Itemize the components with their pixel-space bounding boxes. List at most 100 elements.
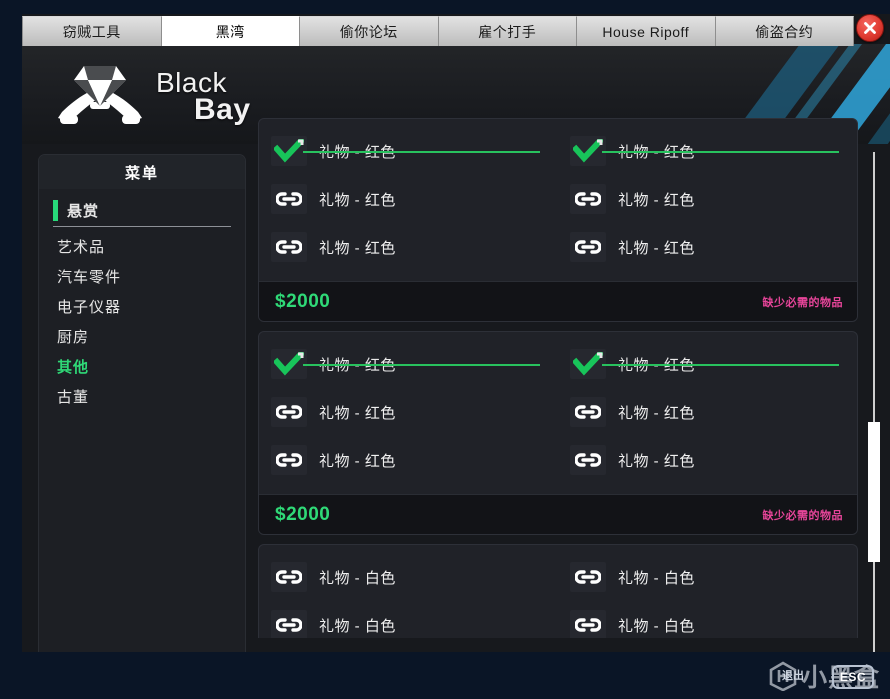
bounty-group-items: 礼物 - 红色 礼物 - 红色 礼物 - 红色 礼物 - 红色 礼物 - 红色 礼物 - … <box>259 332 857 494</box>
tab-4[interactable]: House Ripoff <box>577 16 716 46</box>
item-label: 礼物 - 红色 <box>319 452 396 470</box>
tab-1[interactable]: 黑湾 <box>161 16 300 46</box>
item-cell[interactable]: 礼物 - 红色 <box>558 175 857 223</box>
item-row: 礼物 - 红色 礼物 - 红色 <box>259 340 857 388</box>
item-icon-box <box>570 184 606 214</box>
item-cell[interactable]: 礼物 - 白色 <box>259 601 558 638</box>
item-cell[interactable]: 礼物 - 红色 <box>259 175 558 223</box>
item-strikethrough <box>303 151 540 153</box>
chain-link-icon <box>276 192 302 206</box>
chain-link-icon <box>575 192 601 206</box>
screen: Black Bay 菜单 > 悬赏 > 其他 菜单 悬赏艺术品汽车零件电子仪器厨… <box>0 0 890 699</box>
green-check-icon <box>573 352 603 376</box>
bounty-list[interactable]: 礼物 - 红色 礼物 - 红色 礼物 - 红色 礼物 - 红色 礼物 - 红色 礼物 - … <box>258 118 858 638</box>
item-row: 礼物 - 白色 礼物 - 白色 <box>259 601 857 638</box>
bounty-group: 礼物 - 红色 礼物 - 红色 礼物 - 红色 礼物 - 红色 礼物 - 红色 礼物 - … <box>258 118 858 322</box>
sidebar-item-6[interactable]: 古董 <box>53 381 231 411</box>
chain-link-icon <box>276 453 302 467</box>
item-strikethrough <box>602 151 839 153</box>
tab-label: 黑湾 <box>215 23 245 40</box>
item-cell[interactable]: 礼物 - 红色 <box>259 223 558 271</box>
bounty-group-items: 礼物 - 白色礼物 - 白色礼物 - 白色礼物 - 白色礼物 - 白色礼物 - … <box>259 545 857 638</box>
bottom-bar: 小黑盒 退出 ESC <box>0 652 890 699</box>
sidebar-item-list: 悬赏艺术品汽车零件电子仪器厨房其他古董 <box>39 195 245 411</box>
bounty-price-bar: $2000 缺少必需的物品 <box>259 494 857 534</box>
tab-0[interactable]: 窃贼工具 <box>22 16 162 46</box>
item-icon-box <box>570 562 606 592</box>
tab-5[interactable]: 偷盗合约 <box>715 16 854 46</box>
bounty-group: 礼物 - 红色 礼物 - 红色 礼物 - 红色 礼物 - 红色 礼物 - 红色 礼物 - … <box>258 331 858 535</box>
chain-link-icon <box>575 618 601 632</box>
sidebar-item-label: 其他 <box>57 358 90 376</box>
item-label: 礼物 - 红色 <box>319 239 396 257</box>
green-check-icon <box>274 139 304 163</box>
chain-link-icon <box>575 453 601 467</box>
item-cell[interactable]: 礼物 - 红色 <box>259 340 558 388</box>
item-label: 礼物 - 白色 <box>618 617 695 635</box>
sidebar-item-1[interactable]: 艺术品 <box>53 231 231 261</box>
sidebar-item-3[interactable]: 电子仪器 <box>53 291 231 321</box>
item-icon-box <box>570 232 606 262</box>
item-label: 礼物 - 红色 <box>618 452 695 470</box>
item-cell[interactable]: 礼物 - 红色 <box>558 223 857 271</box>
close-x-icon <box>864 22 876 34</box>
item-cell[interactable]: 礼物 - 红色 <box>259 436 558 484</box>
tab-label: 偷盗合约 <box>755 23 814 40</box>
tab-3[interactable]: 雇个打手 <box>438 16 577 46</box>
item-cell[interactable]: 礼物 - 白色 <box>259 553 558 601</box>
close-window-button[interactable] <box>856 14 884 42</box>
bounty-price: $2000 <box>275 290 331 312</box>
item-cell[interactable]: 礼物 - 红色 <box>558 388 857 436</box>
bounty-warning: 缺少必需的物品 <box>762 509 843 522</box>
item-icon-box <box>271 562 307 592</box>
item-row: 礼物 - 红色 礼物 - 红色 <box>259 127 857 175</box>
item-strikethrough <box>303 364 540 366</box>
item-label: 礼物 - 红色 <box>319 404 396 422</box>
item-label: 礼物 - 红色 <box>618 239 695 257</box>
item-label: 礼物 - 红色 <box>618 191 695 209</box>
green-check-icon <box>274 352 304 376</box>
chain-link-icon <box>575 570 601 584</box>
item-label: 礼物 - 白色 <box>319 569 396 587</box>
sidebar-item-label: 悬赏 <box>67 203 100 220</box>
sidebar-item-2[interactable]: 汽车零件 <box>53 261 231 291</box>
item-cell[interactable]: 礼物 - 白色 <box>558 553 857 601</box>
item-cell[interactable]: 礼物 - 红色 <box>259 388 558 436</box>
sidebar-item-label: 艺术品 <box>57 238 106 256</box>
tab-label: House Ripoff <box>602 23 690 40</box>
diamond-crossed-swords-icon <box>58 65 142 124</box>
brand-logo-line2: Bay <box>194 92 251 126</box>
item-cell[interactable]: 礼物 - 红色 <box>259 127 558 175</box>
sidebar-item-4[interactable]: 厨房 <box>53 321 231 351</box>
brand-logo: Black Bay <box>52 49 292 144</box>
chain-link-icon <box>276 570 302 584</box>
tab-2[interactable]: 偷你论坛 <box>300 16 439 46</box>
item-icon-box <box>271 232 307 262</box>
sidebar-item-0[interactable]: 悬赏 <box>53 195 231 227</box>
chain-link-icon <box>276 618 302 632</box>
sidebar-item-label: 汽车零件 <box>57 268 122 286</box>
item-cell[interactable]: 礼物 - 红色 <box>558 340 857 388</box>
item-icon-box <box>570 349 606 379</box>
item-label: 礼物 - 红色 <box>618 404 695 422</box>
sidebar-item-label: 电子仪器 <box>57 298 122 316</box>
item-row: 礼物 - 红色 礼物 - 红色 <box>259 388 857 436</box>
chain-link-icon <box>575 405 601 419</box>
sidebar-item-5[interactable]: 其他 <box>53 351 231 381</box>
bounty-warning: 缺少必需的物品 <box>762 296 843 309</box>
item-icon-box <box>271 136 307 166</box>
esc-button[interactable]: ESC <box>832 665 874 689</box>
body-area: 菜单 悬赏 艺术品 汽车零件 电子仪器 厨房 其他 古董 礼物 - 红色 礼物 - 红色 礼物 … <box>22 118 890 652</box>
sidebar-item-label: 厨房 <box>57 328 90 346</box>
bounty-price-bar: $2000 缺少必需的物品 <box>259 281 857 321</box>
item-cell[interactable]: 礼物 - 红色 <box>558 436 857 484</box>
item-icon-box <box>570 136 606 166</box>
item-cell[interactable]: 礼物 - 白色 <box>558 601 857 638</box>
tab-label: 雇个打手 <box>478 23 537 40</box>
brand-logo-text: Black Bay <box>156 68 251 126</box>
item-label: 礼物 - 红色 <box>319 191 396 209</box>
scrollbar-thumb[interactable] <box>868 422 880 562</box>
tab-label: 偷你论坛 <box>339 23 398 40</box>
scrollbar-track[interactable] <box>873 152 875 652</box>
item-cell[interactable]: 礼物 - 红色 <box>558 127 857 175</box>
